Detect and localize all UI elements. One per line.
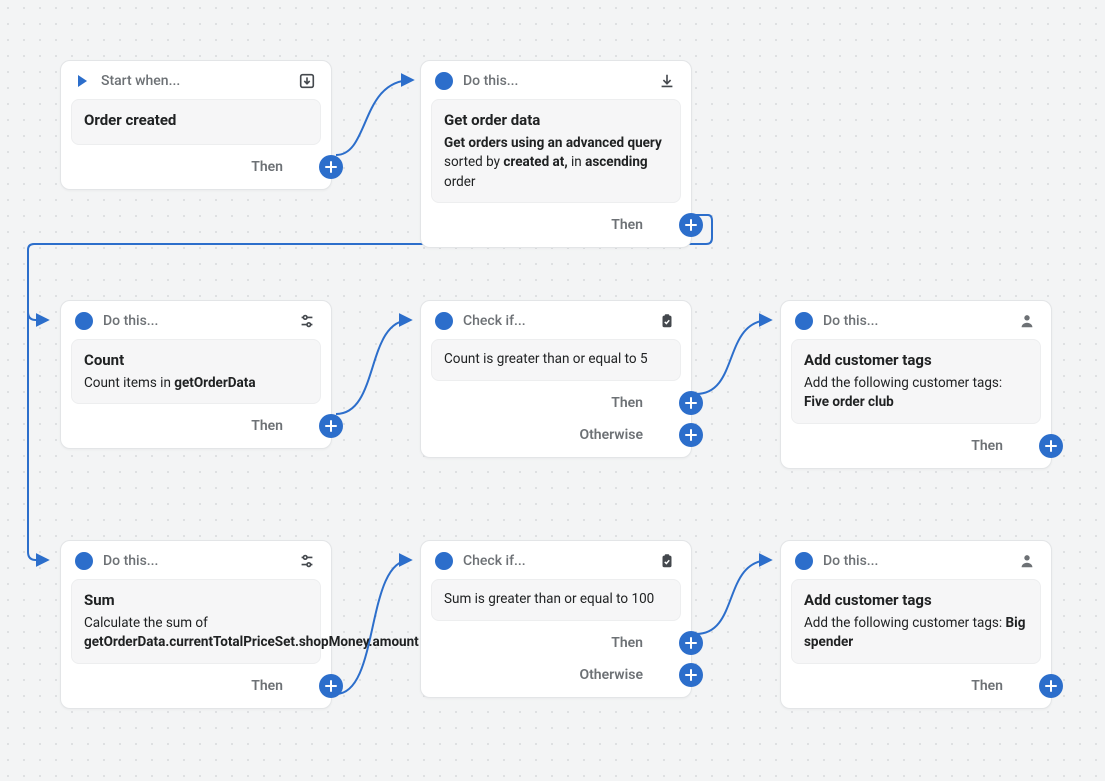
step-dot-icon bbox=[435, 312, 453, 330]
node-desc: Count items in getOrderData bbox=[84, 374, 308, 394]
add-step-button[interactable] bbox=[1039, 434, 1063, 458]
node-desc: Calculate the sum of getOrderData.curren… bbox=[84, 614, 308, 653]
action-node-count[interactable]: Do this... Count Count items in getOrder… bbox=[60, 300, 332, 449]
node-header-label: Do this... bbox=[103, 313, 287, 329]
node-header-label: Start when... bbox=[101, 73, 287, 89]
step-dot-icon bbox=[795, 552, 813, 570]
clipboard-check-icon bbox=[657, 551, 677, 571]
node-body: Order created bbox=[71, 99, 321, 145]
node-header-label: Do this... bbox=[823, 553, 1007, 569]
node-header-label: Do this... bbox=[823, 313, 1007, 329]
step-dot-icon bbox=[75, 312, 93, 330]
then-label: Then bbox=[971, 438, 1003, 454]
add-then-step-button[interactable] bbox=[679, 631, 703, 655]
node-title: Count bbox=[84, 350, 308, 372]
action-node-get-order-data[interactable]: Do this... Get order data Get orders usi… bbox=[420, 60, 692, 248]
node-body: Count is greater than or equal to 5 bbox=[431, 339, 681, 381]
node-header-label: Do this... bbox=[103, 553, 287, 569]
add-step-button[interactable] bbox=[1039, 674, 1063, 698]
node-title: Sum bbox=[84, 590, 308, 612]
add-otherwise-step-button[interactable] bbox=[679, 663, 703, 687]
action-node-sum[interactable]: Do this... Sum Calculate the sum of getO… bbox=[60, 540, 332, 709]
step-dot-icon bbox=[435, 552, 453, 570]
node-title: Order created bbox=[84, 110, 308, 132]
add-then-step-button[interactable] bbox=[679, 391, 703, 415]
node-title: Get order data bbox=[444, 110, 668, 132]
node-body: Add customer tags Add the following cust… bbox=[791, 579, 1041, 664]
then-label: Then bbox=[611, 217, 643, 233]
node-header-label: Check if... bbox=[463, 553, 647, 569]
step-dot-icon bbox=[75, 552, 93, 570]
condition-node-count[interactable]: Check if... Count is greater than or equ… bbox=[420, 300, 692, 458]
then-label: Then bbox=[251, 159, 283, 175]
then-label: Then bbox=[251, 418, 283, 434]
node-desc: Sum is greater than or equal to 100 bbox=[444, 590, 668, 610]
node-desc: Get orders using an advanced query sorte… bbox=[444, 134, 668, 193]
person-icon bbox=[1017, 551, 1037, 571]
import-icon bbox=[297, 71, 317, 91]
action-node-add-tags-five[interactable]: Do this... Add customer tags Add the fol… bbox=[780, 300, 1052, 469]
node-title: Add customer tags bbox=[804, 590, 1028, 612]
node-body: Add customer tags Add the following cust… bbox=[791, 339, 1041, 424]
clipboard-check-icon bbox=[657, 311, 677, 331]
node-desc: Add the following customer tags: Big spe… bbox=[804, 614, 1028, 653]
download-icon bbox=[657, 71, 677, 91]
action-node-add-tags-big[interactable]: Do this... Add customer tags Add the fol… bbox=[780, 540, 1052, 709]
add-step-button[interactable] bbox=[319, 674, 343, 698]
otherwise-label: Otherwise bbox=[579, 667, 643, 683]
otherwise-label: Otherwise bbox=[579, 427, 643, 443]
trigger-node[interactable]: Start when... Order created Then bbox=[60, 60, 332, 190]
condition-node-sum[interactable]: Check if... Sum is greater than or equal… bbox=[420, 540, 692, 698]
adjust-icon bbox=[297, 551, 317, 571]
node-header-label: Check if... bbox=[463, 313, 647, 329]
node-body: Count Count items in getOrderData bbox=[71, 339, 321, 404]
node-body: Get order data Get orders using an advan… bbox=[431, 99, 681, 203]
node-desc: Count is greater than or equal to 5 bbox=[444, 350, 668, 370]
then-label: Then bbox=[611, 635, 643, 651]
add-step-button[interactable] bbox=[319, 155, 343, 179]
node-desc: Add the following customer tags: Five or… bbox=[804, 374, 1028, 413]
node-body: Sum is greater than or equal to 100 bbox=[431, 579, 681, 621]
then-label: Then bbox=[971, 678, 1003, 694]
step-dot-icon bbox=[795, 312, 813, 330]
play-icon bbox=[73, 72, 91, 90]
node-body: Sum Calculate the sum of getOrderData.cu… bbox=[71, 579, 321, 664]
adjust-icon bbox=[297, 311, 317, 331]
then-label: Then bbox=[251, 678, 283, 694]
then-label: Then bbox=[611, 395, 643, 411]
person-icon bbox=[1017, 311, 1037, 331]
add-otherwise-step-button[interactable] bbox=[679, 423, 703, 447]
step-dot-icon bbox=[435, 72, 453, 90]
node-header-label: Do this... bbox=[463, 73, 647, 89]
node-title: Add customer tags bbox=[804, 350, 1028, 372]
